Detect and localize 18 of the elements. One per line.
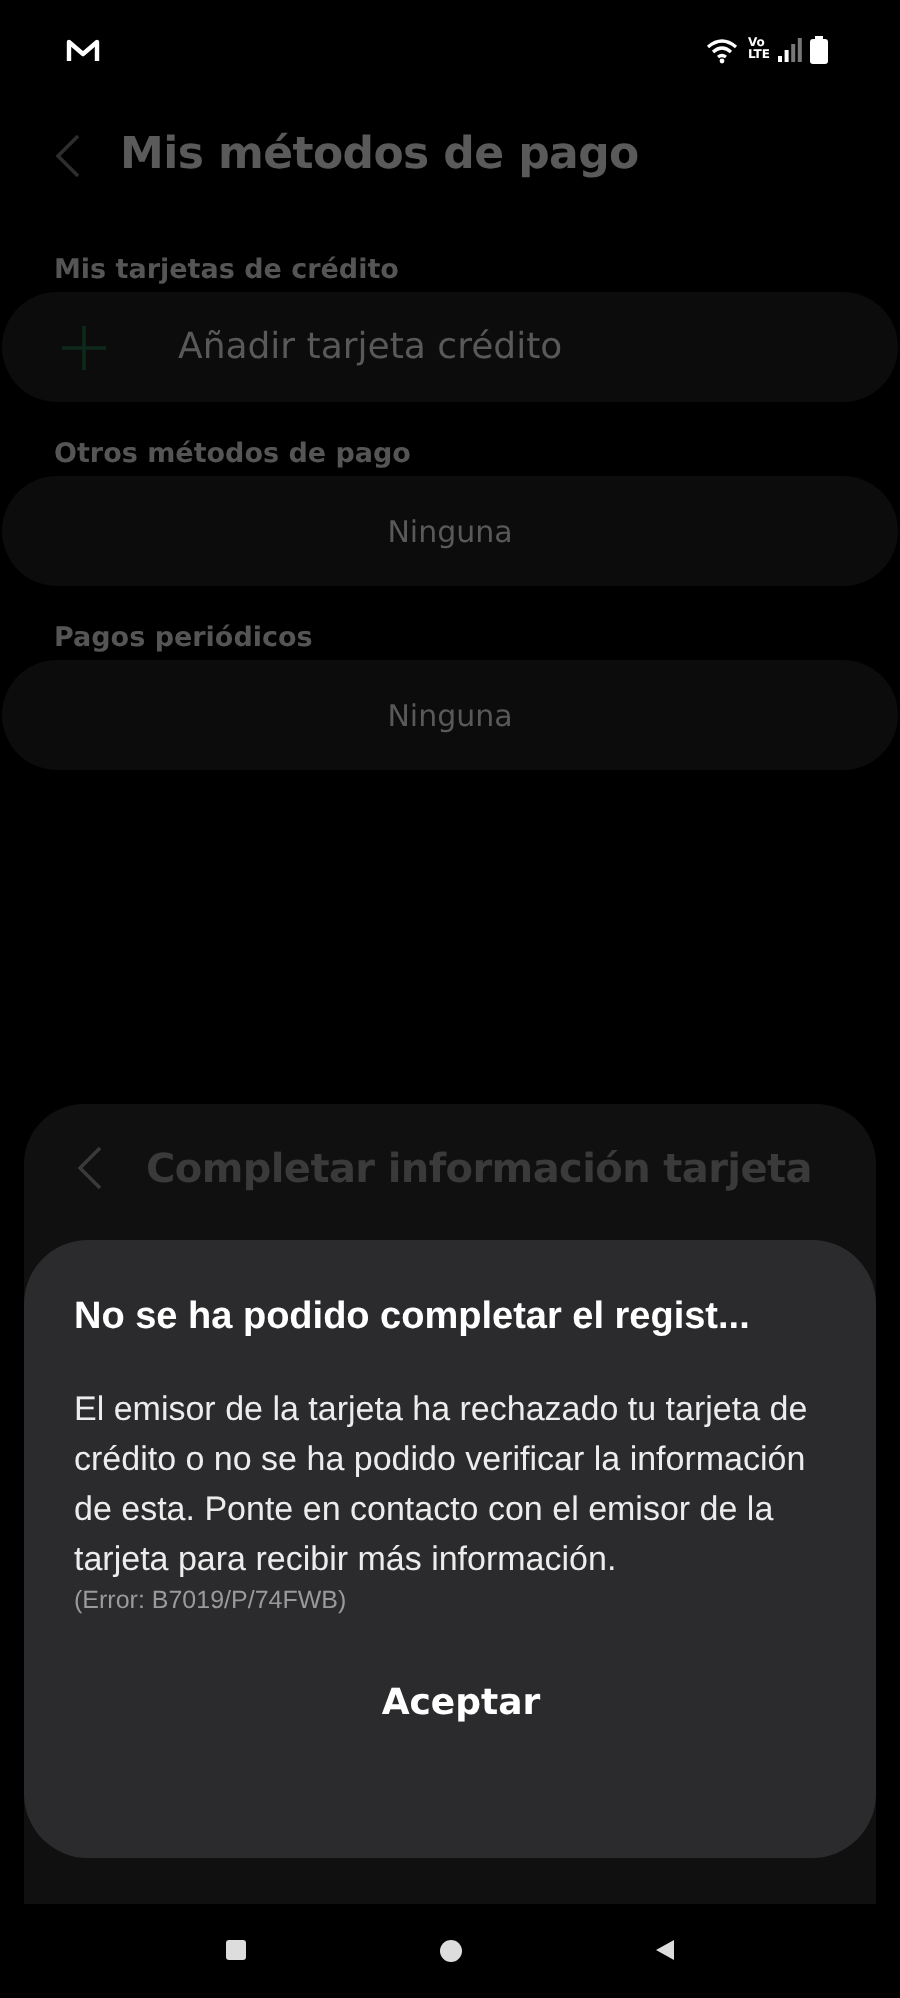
accept-button[interactable]: Aceptar — [349, 1670, 573, 1736]
section-title: Otros métodos de pago — [52, 438, 413, 470]
section-title: Mis tarjetas de crédito — [52, 254, 401, 286]
recents-icon[interactable] — [225, 1940, 246, 1960]
battery-icon — [810, 36, 828, 64]
page-title: Mis métodos de pago — [120, 130, 639, 180]
error-code: (Error: B7019/P/74FWB) — [74, 1586, 349, 1614]
home-icon[interactable] — [439, 1939, 462, 1961]
empty-row: Ninguna — [2, 476, 898, 586]
plus-icon — [62, 325, 106, 369]
signal-icon — [778, 38, 802, 62]
section-title: Pagos periódicos — [52, 622, 315, 654]
empty-row: Ninguna — [2, 660, 898, 770]
dialog-title: No se ha podido completar el regist... — [74, 1294, 750, 1342]
dialog-message: El emisor de la tarjeta ha rechazado tu tarjeta de crédito o no se ha podido verificar la información de esta. Ponte en contacto con el emisor de la tarjeta para recibir más información. — [74, 1388, 810, 1582]
mail-icon — [66, 37, 100, 63]
wifi-icon — [705, 37, 740, 63]
back-icon[interactable] — [656, 1940, 675, 1960]
